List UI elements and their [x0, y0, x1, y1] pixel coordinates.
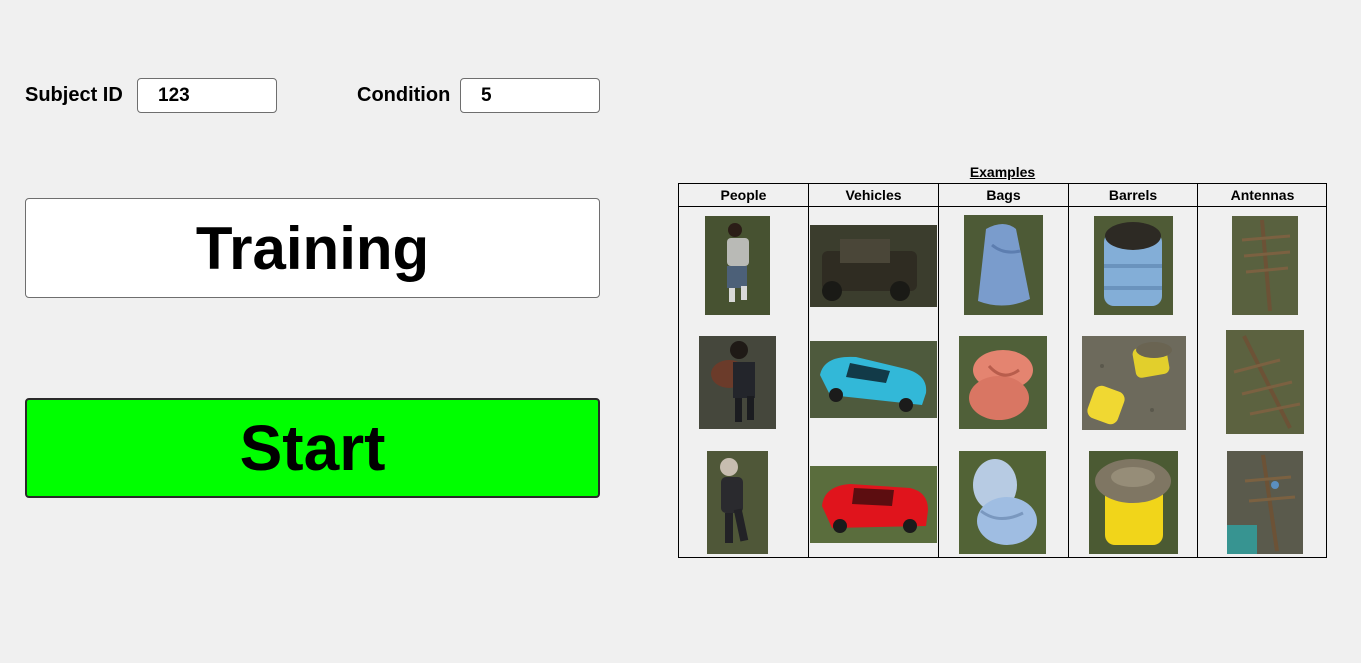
fallen-antenna-pole-image [1226, 330, 1304, 434]
column-divider [1197, 184, 1198, 557]
red-sports-car-image [810, 466, 937, 543]
start-button-label: Start [239, 412, 386, 484]
antenna-pole-water-image [1227, 451, 1303, 554]
white-blue-sacks-image [959, 451, 1046, 554]
header-people: People [720, 187, 767, 203]
subject-id-input[interactable]: 123 [137, 78, 277, 113]
person-carrying-load-image [699, 336, 776, 429]
header-antennas: Antennas [1230, 187, 1295, 203]
training-button-label: Training [195, 214, 430, 282]
yellow-barrel-lid-image [1089, 451, 1178, 554]
wooden-antenna-pole-image [1232, 216, 1298, 315]
training-button[interactable]: Training [25, 198, 600, 298]
start-button[interactable]: Start [25, 398, 600, 498]
header-divider [679, 206, 1326, 207]
subject-id-label: Subject ID [25, 84, 123, 106]
column-divider [1068, 184, 1069, 557]
header-barrels: Barrels [1108, 187, 1158, 203]
blue-car-image [810, 341, 937, 418]
military-vehicle-dark-image [810, 225, 937, 307]
yellow-barrels-tipped-image [1082, 336, 1186, 430]
person-grey-shirt-image [705, 216, 770, 315]
header-vehicles: Vehicles [845, 187, 902, 203]
examples-table: People Vehicles Bags Barrels Antennas [678, 183, 1327, 558]
examples-title: Examples [969, 164, 1036, 180]
blue-barrel-image [1094, 216, 1173, 315]
condition-label: Condition [357, 84, 451, 106]
header-bags: Bags [986, 187, 1021, 203]
column-divider [938, 184, 939, 557]
blue-sack-image [964, 215, 1043, 315]
condition-input[interactable]: 5 [460, 78, 600, 113]
person-dark-suit-image [707, 451, 768, 554]
orange-sacks-image [959, 336, 1047, 429]
column-divider [808, 184, 809, 557]
